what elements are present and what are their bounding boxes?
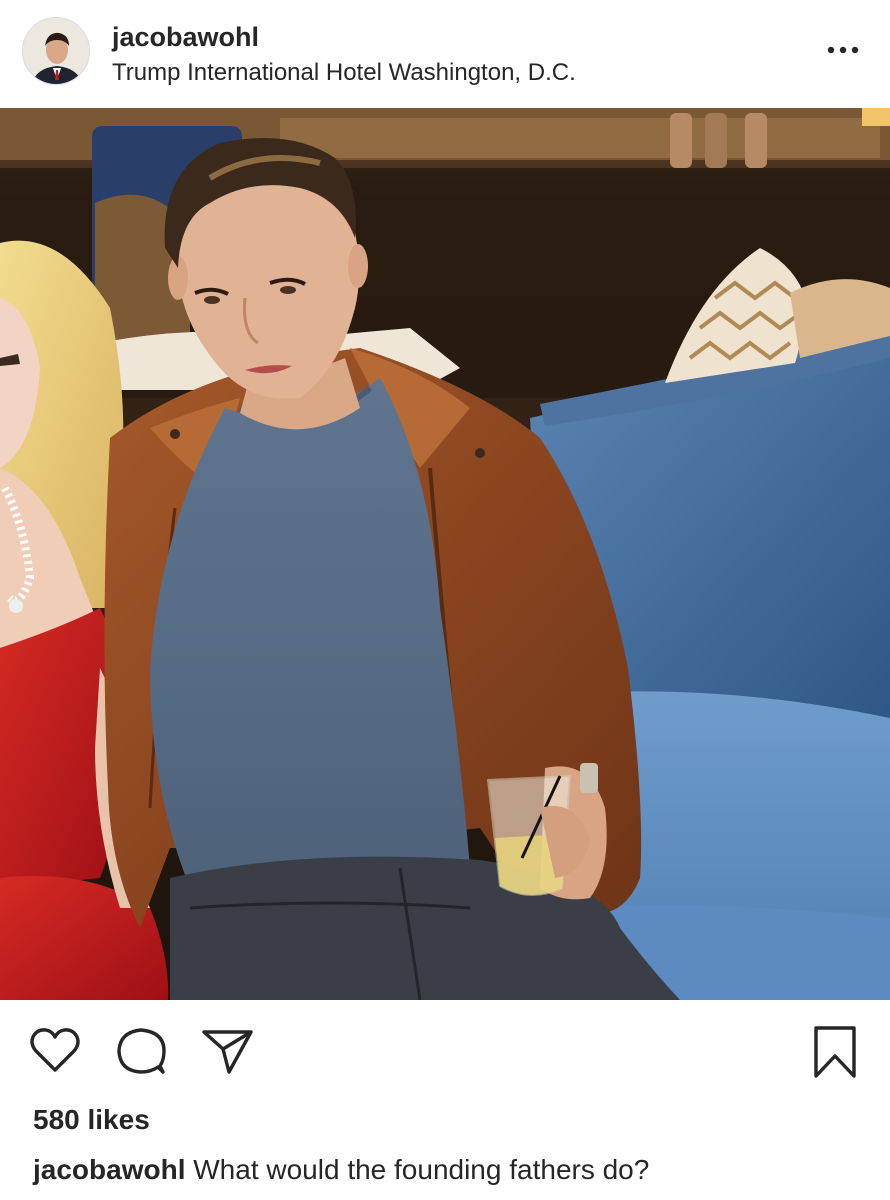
- like-button[interactable]: [28, 1024, 82, 1078]
- avatar[interactable]: [22, 17, 90, 85]
- bookmark-outline-icon: [814, 1026, 856, 1078]
- more-options-button[interactable]: [826, 38, 860, 62]
- username[interactable]: jacobawohl: [112, 20, 576, 54]
- heart-outline-icon: [30, 1028, 80, 1072]
- avatar-image: [23, 18, 89, 84]
- comment-button[interactable]: [114, 1024, 168, 1078]
- save-button[interactable]: [808, 1024, 862, 1078]
- post-photo-image: [0, 108, 890, 1000]
- location-tag[interactable]: Trump International Hotel Washington, D.…: [112, 56, 576, 90]
- action-bar: [0, 1020, 890, 1080]
- caption-text: What would the founding fathers do?: [193, 1154, 650, 1185]
- caption-username[interactable]: jacobawohl: [33, 1154, 185, 1185]
- instagram-post: jacobawohl Trump International Hotel Was…: [0, 0, 890, 1200]
- more-horizontal-icon: [827, 46, 859, 54]
- header-text: jacobawohl Trump International Hotel Was…: [112, 20, 576, 90]
- post-header: jacobawohl Trump International Hotel Was…: [0, 0, 890, 108]
- post-photo[interactable]: [0, 108, 890, 1000]
- share-button[interactable]: [200, 1024, 254, 1078]
- likes-count[interactable]: 580 likes: [33, 1100, 150, 1140]
- caption: jacobawohl What would the founding fathe…: [33, 1150, 649, 1190]
- comment-bubble-icon: [117, 1028, 166, 1074]
- paper-plane-icon: [202, 1030, 253, 1074]
